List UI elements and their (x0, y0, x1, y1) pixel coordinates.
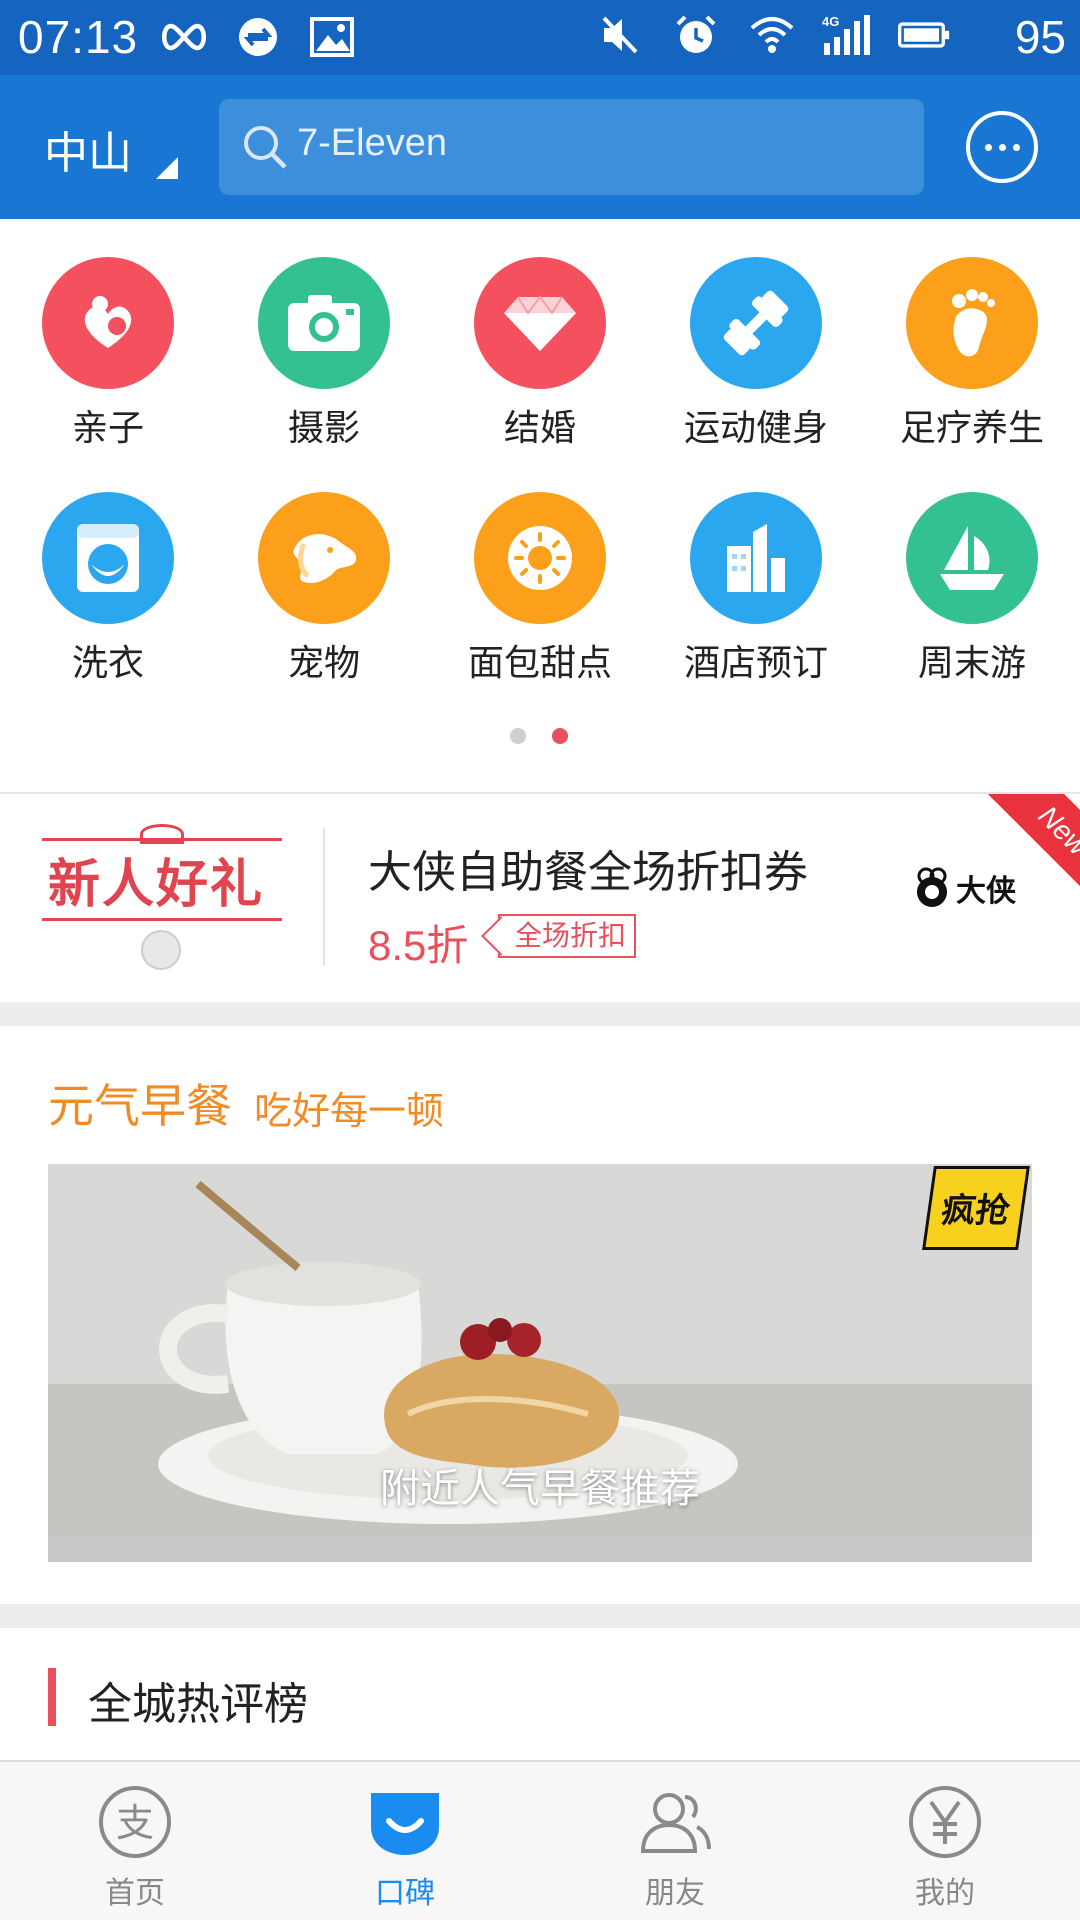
chef-icon (917, 867, 947, 907)
more-options-icon[interactable] (966, 111, 1038, 183)
section-accent-bar (48, 1668, 56, 1726)
tab-home[interactable]: 支 首页 (0, 1762, 270, 1920)
category-grid: 亲子 摄影 结婚 运动健身 足疗养生 洗衣 宠物 面包甜点 酒店预订 周末游 (0, 219, 1080, 789)
brand-logo: 大侠 (912, 866, 1016, 910)
tab-label: 我的 (915, 1876, 975, 1911)
category-parent-child[interactable]: 亲子 (0, 257, 216, 451)
bottom-tab-bar: 支 首页 口碑 朋友 我的 (0, 1760, 1080, 1920)
category-hotel[interactable]: 酒店预订 (648, 492, 864, 686)
status-bar: 07:13 4G 95 (0, 0, 1080, 75)
category-label: 足疗养生 (899, 408, 1044, 449)
hot-review-title: 全城热评榜 (88, 1679, 308, 1730)
infinity-icon (158, 14, 210, 60)
search-input[interactable]: 7-Eleven (219, 99, 924, 195)
donut-icon (474, 492, 606, 624)
diamond-icon (474, 257, 606, 389)
category-label: 周末游 (917, 643, 1026, 684)
category-laundry[interactable]: 洗衣 (0, 492, 216, 686)
city-dropdown-icon[interactable] (156, 157, 178, 179)
alipay-home-icon: 支 (95, 1782, 175, 1862)
signal-4g-icon: 4G (822, 12, 874, 58)
category-foot-spa[interactable]: 足疗养生 (864, 257, 1080, 451)
hot-sale-badge: 疯抢 (922, 1166, 1030, 1250)
battery-level: 95 (1014, 11, 1066, 63)
camera-icon (258, 257, 390, 389)
category-label: 洗衣 (71, 643, 144, 684)
gift-seal-icon (141, 930, 181, 970)
promo-discount: 8.5折 (368, 922, 469, 969)
category-photography[interactable]: 摄影 (216, 257, 432, 451)
banner-footer-bar (48, 1536, 1032, 1562)
parent-child-icon (42, 257, 174, 389)
tab-friends[interactable]: 朋友 (540, 1762, 810, 1920)
brand-name: 大侠 (956, 874, 1016, 909)
category-label: 运动健身 (683, 408, 828, 449)
category-label: 面包甜点 (467, 643, 612, 684)
category-wedding[interactable]: 结婚 (432, 257, 648, 451)
svg-text:支: 支 (116, 1801, 154, 1845)
tab-mine[interactable]: 我的 (810, 1762, 1080, 1920)
category-bakery[interactable]: 面包甜点 (432, 492, 648, 686)
app-header: 中山 7-Eleven (0, 75, 1080, 219)
category-label: 酒店预订 (683, 643, 828, 684)
section-gap (0, 1604, 1080, 1628)
friends-icon (635, 1782, 715, 1862)
dog-icon (258, 492, 390, 624)
breakfast-caption: 附近人气早餐推荐 (380, 1466, 700, 1512)
svg-text:4G: 4G (822, 14, 839, 29)
category-label: 结婚 (503, 408, 576, 449)
category-pets[interactable]: 宠物 (216, 492, 432, 686)
foot-icon (906, 257, 1038, 389)
sync-icon (232, 14, 284, 60)
image-icon (306, 14, 358, 60)
battery-icon (898, 12, 950, 58)
category-label: 摄影 (287, 408, 360, 449)
page-dot-active[interactable] (552, 728, 568, 744)
tab-koubei[interactable]: 口碑 (270, 1762, 540, 1920)
koubei-icon (365, 1782, 445, 1862)
breakfast-title: 元气早餐 (48, 1079, 232, 1133)
page-indicator (510, 728, 568, 744)
gift-line (42, 918, 282, 921)
category-weekend-trip[interactable]: 周末游 (864, 492, 1080, 686)
promo-title: 大侠自助餐全场折扣券 (368, 847, 808, 898)
hotel-icon (690, 492, 822, 624)
status-time: 07:13 (18, 11, 139, 63)
section-gap (0, 1002, 1080, 1026)
promo-divider (323, 828, 325, 966)
gift-line (42, 838, 282, 841)
search-placeholder: 7-Eleven (297, 122, 447, 164)
tab-label: 首页 (105, 1876, 165, 1911)
dumbbell-icon (690, 257, 822, 389)
newcomer-gift-title: 新人好礼 (48, 855, 265, 915)
category-label: 宠物 (287, 643, 360, 684)
breakfast-banner-image[interactable]: 疯抢 附近人气早餐推荐 (48, 1164, 1032, 1562)
tab-label: 朋友 (645, 1876, 705, 1911)
yen-wallet-icon (905, 1782, 985, 1862)
washing-machine-icon (42, 492, 174, 624)
mute-icon (594, 12, 646, 58)
category-fitness[interactable]: 运动健身 (648, 257, 864, 451)
promo-banner[interactable]: 新人好礼 大侠自助餐全场折扣券 8.5折 全场折扣 大侠 New (0, 794, 1080, 1002)
breakfast-subtitle: 吃好每一顿 (254, 1089, 445, 1133)
search-icon (241, 123, 289, 175)
city-selector[interactable]: 中山 (44, 117, 132, 181)
page-dot[interactable] (510, 728, 526, 744)
promo-tag: 全场折扣 (498, 914, 637, 958)
category-label: 亲子 (71, 408, 144, 449)
tab-label: 口碑 (375, 1876, 435, 1911)
sailboat-icon (906, 492, 1038, 624)
alarm-icon (670, 12, 722, 58)
gift-bow-icon (140, 824, 184, 844)
wifi-icon (746, 12, 798, 58)
